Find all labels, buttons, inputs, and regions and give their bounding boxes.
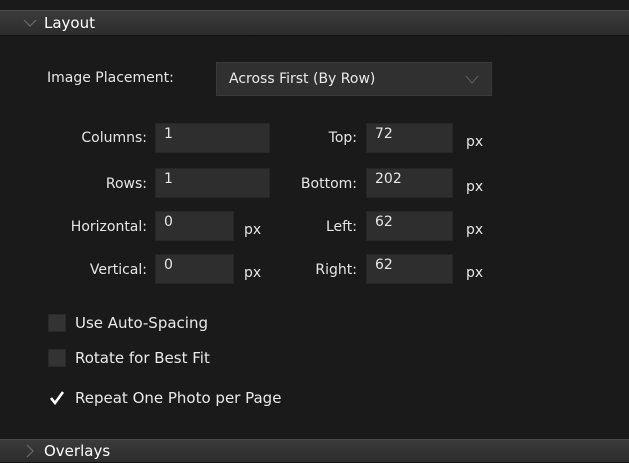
top-label: Top: bbox=[328, 130, 357, 146]
overlays-section-header[interactable]: Overlays bbox=[0, 439, 629, 463]
auto-spacing-label: Use Auto-Spacing bbox=[75, 314, 208, 332]
overlays-section-title: Overlays bbox=[44, 442, 111, 460]
right-field[interactable]: 62 bbox=[366, 254, 453, 284]
repeat-one-photo-label: Repeat One Photo per Page bbox=[75, 389, 282, 407]
vertical-field[interactable]: 0 bbox=[155, 254, 234, 284]
rows-field[interactable]: 1 bbox=[155, 168, 270, 198]
rotate-best-fit-label: Rotate for Best Fit bbox=[75, 349, 210, 367]
chevron-down-icon bbox=[463, 70, 481, 88]
layout-section-title: Layout bbox=[44, 14, 95, 32]
vertical-unit: px bbox=[244, 265, 262, 281]
rows-label: Rows: bbox=[105, 176, 147, 192]
repeat-one-photo-option[interactable]: Repeat One Photo per Page bbox=[48, 386, 281, 410]
horizontal-label: Horizontal: bbox=[70, 219, 147, 235]
bottom-label: Bottom: bbox=[300, 176, 357, 192]
auto-spacing-option[interactable]: Use Auto-Spacing bbox=[48, 311, 208, 335]
chevron-right-icon bbox=[22, 443, 38, 459]
right-label: Right: bbox=[315, 262, 357, 278]
horizontal-field[interactable]: 0 bbox=[155, 211, 234, 241]
columns-label: Columns: bbox=[81, 130, 147, 146]
left-unit: px bbox=[466, 222, 484, 238]
checkmark-icon bbox=[49, 391, 65, 406]
auto-spacing-checkbox[interactable] bbox=[48, 314, 66, 332]
bottom-unit: px bbox=[466, 179, 484, 195]
left-label: Left: bbox=[325, 219, 357, 235]
layout-section-header[interactable]: Layout bbox=[0, 10, 629, 36]
top-field[interactable]: 72 bbox=[366, 123, 453, 153]
top-unit: px bbox=[466, 134, 484, 150]
image-placement-label: Image Placement: bbox=[47, 70, 174, 86]
panel-top-strip bbox=[0, 0, 629, 10]
horizontal-unit: px bbox=[244, 222, 262, 238]
vertical-label: Vertical: bbox=[89, 262, 147, 278]
rotate-best-fit-option[interactable]: Rotate for Best Fit bbox=[48, 346, 210, 370]
chevron-down-icon bbox=[22, 15, 38, 31]
repeat-one-photo-checkbox[interactable] bbox=[48, 389, 66, 407]
image-placement-value: Across First (By Row) bbox=[229, 71, 376, 87]
bottom-field[interactable]: 202 bbox=[366, 168, 453, 198]
rotate-best-fit-checkbox[interactable] bbox=[48, 349, 66, 367]
image-placement-select[interactable]: Across First (By Row) bbox=[216, 62, 492, 96]
left-field[interactable]: 62 bbox=[366, 211, 453, 241]
right-unit: px bbox=[466, 265, 484, 281]
columns-field[interactable]: 1 bbox=[155, 123, 270, 153]
